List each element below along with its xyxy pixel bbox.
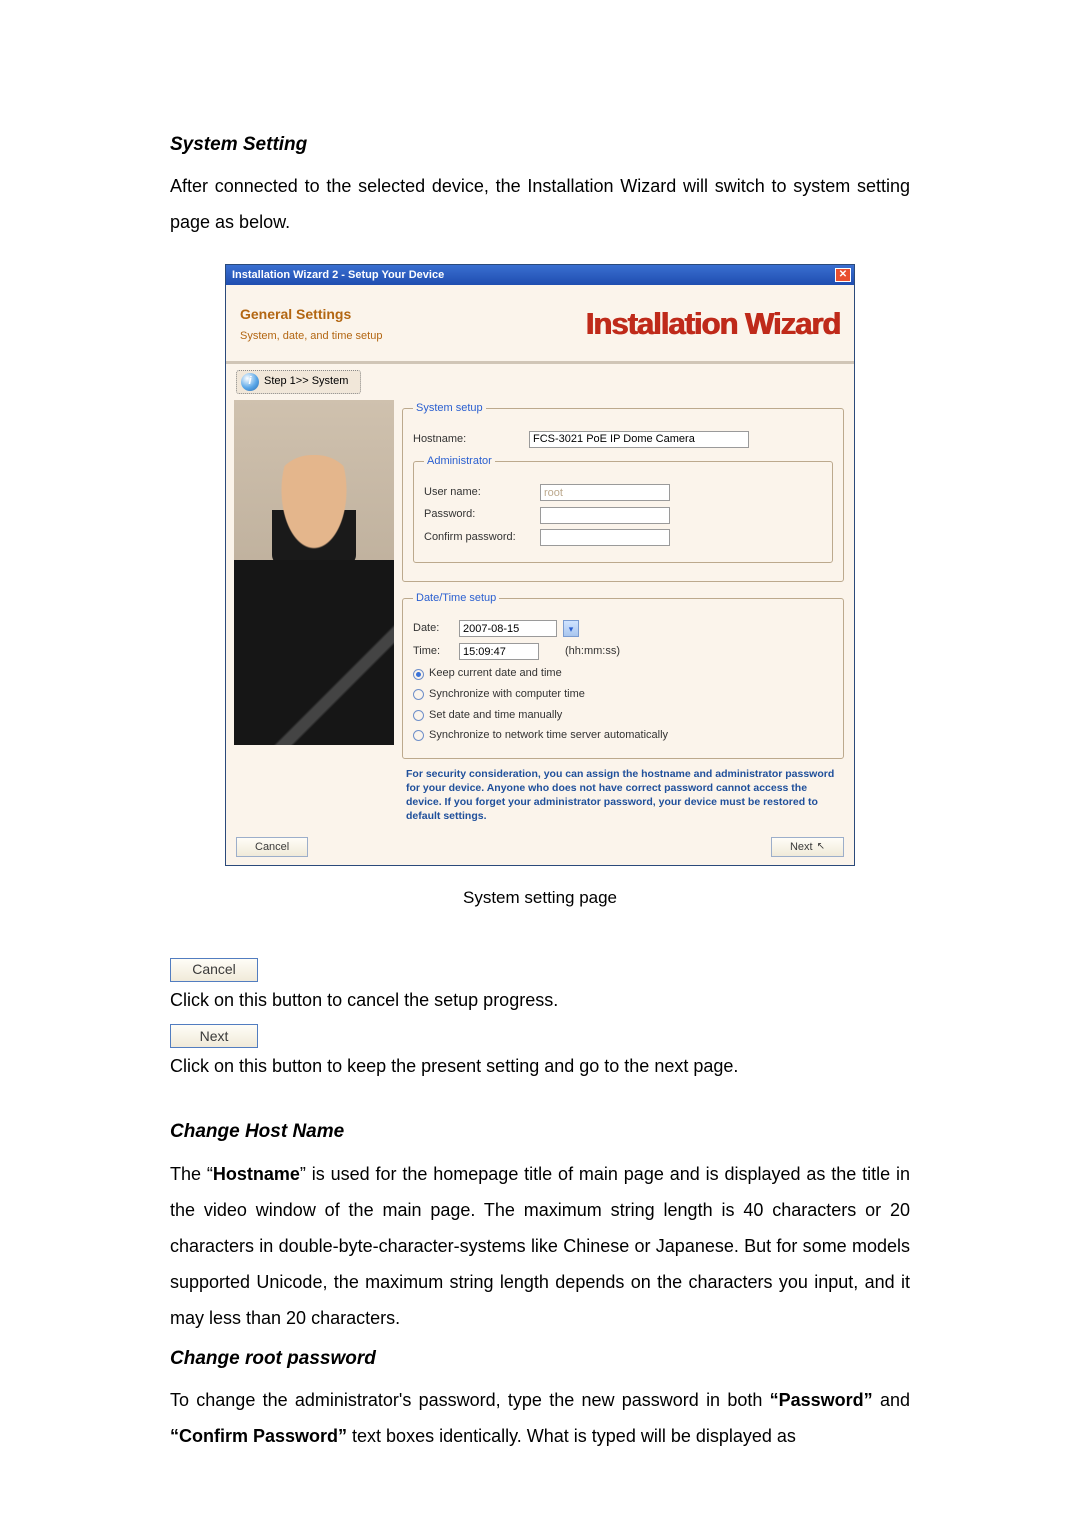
datetime-fieldset: Date/Time setup Date: ▾ Time: (hh:mm:ss)… [402, 590, 844, 759]
figure-caption: System setting page [170, 884, 910, 911]
window-title: Installation Wizard 2 - Setup Your Devic… [232, 267, 444, 285]
radio-icon [413, 689, 424, 700]
time-label: Time: [413, 643, 453, 661]
step-tab-label: Step 1>> System [264, 373, 348, 391]
info-icon: i [241, 373, 259, 391]
radio-manual-label: Set date and time manually [429, 707, 562, 725]
security-note: For security consideration, you can assi… [402, 767, 844, 824]
system-setup-legend: System setup [413, 400, 486, 418]
password-label: Password: [424, 506, 534, 524]
system-setup-fieldset: System setup Hostname: Administrator Use… [402, 400, 844, 582]
password-term: “Password” [770, 1390, 873, 1410]
cursor-icon: ↖ [817, 839, 825, 855]
confirm-password-term: “Confirm Password” [170, 1426, 347, 1446]
date-label: Date: [413, 620, 453, 638]
date-input[interactable] [459, 620, 557, 637]
username-label: User name: [424, 484, 534, 502]
administrator-fieldset: Administrator User name: Password: Confi… [413, 453, 833, 562]
radio-keep-label: Keep current date and time [429, 665, 562, 683]
cancel-description: Click on this button to cancel the setup… [170, 986, 910, 1015]
dialog-next-button[interactable]: Next ↖ [771, 837, 844, 857]
system-setting-body: After connected to the selected device, … [170, 168, 910, 240]
hostname-term: Hostname [213, 1164, 300, 1184]
next-description: Click on this button to keep the present… [170, 1052, 910, 1081]
dialog-cancel-button[interactable]: Cancel [236, 837, 308, 857]
radio-icon [413, 669, 424, 680]
step-tab[interactable]: i Step 1>> System [236, 370, 361, 394]
administrator-legend: Administrator [424, 453, 495, 471]
password-input[interactable] [540, 507, 670, 524]
general-settings-title: General Settings [240, 303, 382, 325]
radio-sync-computer[interactable]: Synchronize with computer time [413, 686, 833, 704]
system-setting-heading: System Setting [170, 130, 910, 160]
change-hostname-heading: Change Host Name [170, 1117, 910, 1147]
hostname-input[interactable] [529, 431, 749, 448]
change-root-password-heading: Change root password [170, 1344, 910, 1374]
radio-manual[interactable]: Set date and time manually [413, 707, 833, 725]
radio-ntp[interactable]: Synchronize to network time server autom… [413, 727, 833, 745]
install-wizard-dialog: Installation Wizard 2 - Setup Your Devic… [225, 264, 855, 866]
time-hint: (hh:mm:ss) [565, 643, 620, 661]
titlebar: Installation Wizard 2 - Setup Your Devic… [226, 265, 854, 285]
change-hostname-body: The “Hostname” is used for the homepage … [170, 1156, 910, 1336]
next-button-illustration: Next [170, 1024, 258, 1048]
general-settings-subtitle: System, date, and time setup [240, 328, 382, 346]
next-button-label: Next [790, 839, 813, 857]
cancel-button-illustration: Cancel [170, 958, 258, 982]
radio-sync-computer-label: Synchronize with computer time [429, 686, 585, 704]
chevron-down-icon[interactable]: ▾ [563, 620, 579, 637]
header-area: General Settings System, date, and time … [226, 285, 854, 364]
time-input[interactable] [459, 643, 539, 660]
dialog-footer: Cancel Next ↖ [226, 831, 854, 865]
right-panel: System setup Hostname: Administrator Use… [394, 394, 854, 831]
portrait-image [234, 400, 394, 745]
radio-ntp-label: Synchronize to network time server autom… [429, 727, 668, 745]
datetime-legend: Date/Time setup [413, 590, 499, 608]
dialog-screenshot: Installation Wizard 2 - Setup Your Devic… [170, 264, 910, 866]
confirm-password-label: Confirm password: [424, 529, 534, 547]
radio-keep-current[interactable]: Keep current date and time [413, 665, 833, 683]
hostname-label: Hostname: [413, 431, 523, 449]
installation-wizard-logo: Installation Wizard [585, 299, 840, 349]
username-input[interactable] [540, 484, 670, 501]
confirm-password-input[interactable] [540, 529, 670, 546]
radio-icon [413, 710, 424, 721]
close-icon[interactable]: ✕ [835, 268, 851, 282]
radio-icon [413, 730, 424, 741]
change-root-password-body: To change the administrator's password, … [170, 1382, 910, 1454]
